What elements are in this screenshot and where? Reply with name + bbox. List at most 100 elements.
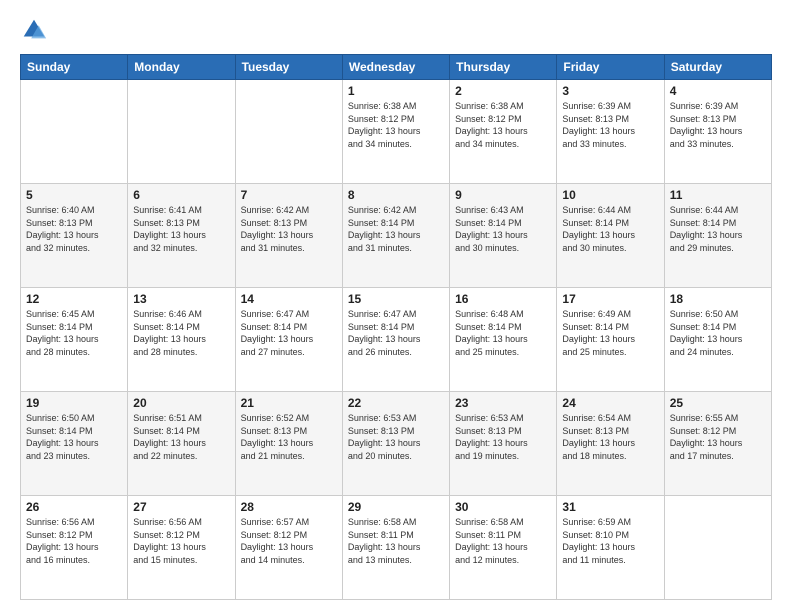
weekday-header-wednesday: Wednesday	[342, 55, 449, 80]
calendar-cell: 21 Sunrise: 6:52 AM Sunset: 8:13 PM Dayli…	[235, 392, 342, 496]
day-info: Sunrise: 6:50 AM Sunset: 8:14 PM Dayligh…	[26, 412, 122, 462]
day-info: Sunrise: 6:53 AM Sunset: 8:13 PM Dayligh…	[348, 412, 444, 462]
calendar-body: 1 Sunrise: 6:38 AM Sunset: 8:12 PM Daylig…	[21, 80, 772, 600]
day-number: 5	[26, 188, 122, 202]
calendar-cell: 10 Sunrise: 6:44 AM Sunset: 8:14 PM Dayli…	[557, 184, 664, 288]
logo	[20, 16, 52, 44]
day-number: 16	[455, 292, 551, 306]
calendar-cell: 17 Sunrise: 6:49 AM Sunset: 8:14 PM Dayli…	[557, 288, 664, 392]
day-number: 29	[348, 500, 444, 514]
day-info: Sunrise: 6:54 AM Sunset: 8:13 PM Dayligh…	[562, 412, 658, 462]
day-number: 14	[241, 292, 337, 306]
weekday-header-thursday: Thursday	[450, 55, 557, 80]
calendar-cell: 3 Sunrise: 6:39 AM Sunset: 8:13 PM Daylig…	[557, 80, 664, 184]
day-info: Sunrise: 6:47 AM Sunset: 8:14 PM Dayligh…	[241, 308, 337, 358]
day-number: 26	[26, 500, 122, 514]
day-number: 31	[562, 500, 658, 514]
day-number: 30	[455, 500, 551, 514]
weekday-header-saturday: Saturday	[664, 55, 771, 80]
calendar-cell: 7 Sunrise: 6:42 AM Sunset: 8:13 PM Daylig…	[235, 184, 342, 288]
day-info: Sunrise: 6:53 AM Sunset: 8:13 PM Dayligh…	[455, 412, 551, 462]
weekday-header-sunday: Sunday	[21, 55, 128, 80]
day-number: 15	[348, 292, 444, 306]
day-info: Sunrise: 6:46 AM Sunset: 8:14 PM Dayligh…	[133, 308, 229, 358]
calendar-cell: 14 Sunrise: 6:47 AM Sunset: 8:14 PM Dayli…	[235, 288, 342, 392]
day-info: Sunrise: 6:49 AM Sunset: 8:14 PM Dayligh…	[562, 308, 658, 358]
calendar-cell: 1Sunrise: 6:38 AM Sunset: 8:12 PM Daylig…	[342, 80, 449, 184]
day-number: 28	[241, 500, 337, 514]
day-info: Sunrise: 6:50 AM Sunset: 8:14 PM Dayligh…	[670, 308, 766, 358]
calendar-cell: 25 Sunrise: 6:55 AM Sunset: 8:12 PM Dayli…	[664, 392, 771, 496]
weekday-header-friday: Friday	[557, 55, 664, 80]
calendar-cell: 29Sunrise: 6:58 AM Sunset: 8:11 PM Dayli…	[342, 496, 449, 600]
day-info: Sunrise: 6:41 AM Sunset: 8:13 PM Dayligh…	[133, 204, 229, 254]
calendar-week-row: 26 Sunrise: 6:56 AM Sunset: 8:12 PM Dayli…	[21, 496, 772, 600]
day-info: Sunrise: 6:51 AM Sunset: 8:14 PM Dayligh…	[133, 412, 229, 462]
calendar-cell: 23 Sunrise: 6:53 AM Sunset: 8:13 PM Dayli…	[450, 392, 557, 496]
day-info: Sunrise: 6:42 AM Sunset: 8:13 PM Dayligh…	[241, 204, 337, 254]
day-number: 21	[241, 396, 337, 410]
day-info: Sunrise: 6:58 AM Sunset: 8:11 PM Dayligh…	[455, 516, 551, 566]
calendar-cell: 27Sunrise: 6:56 AM Sunset: 8:12 PM Dayli…	[128, 496, 235, 600]
day-number: 3	[562, 84, 658, 98]
day-number: 23	[455, 396, 551, 410]
calendar-cell: 12 Sunrise: 6:45 AM Sunset: 8:14 PM Dayli…	[21, 288, 128, 392]
calendar-cell	[21, 80, 128, 184]
calendar-cell	[128, 80, 235, 184]
day-number: 4	[670, 84, 766, 98]
day-number: 2	[455, 84, 551, 98]
day-number: 8	[348, 188, 444, 202]
logo-icon	[20, 16, 48, 44]
day-number: 12	[26, 292, 122, 306]
calendar-cell: 15 Sunrise: 6:47 AM Sunset: 8:14 PM Dayli…	[342, 288, 449, 392]
calendar-week-row: 1 Sunrise: 6:38 AM Sunset: 8:12 PM Daylig…	[21, 80, 772, 184]
day-number: 25	[670, 396, 766, 410]
day-number: 10	[562, 188, 658, 202]
calendar-cell: 16 Sunrise: 6:48 AM Sunset: 8:14 PM Dayli…	[450, 288, 557, 392]
day-info: Sunrise: 6:39 AM Sunset: 8:13 PM Dayligh…	[562, 100, 658, 150]
calendar-cell: 8 Sunrise: 6:42 AM Sunset: 8:14 PM Daylig…	[342, 184, 449, 288]
calendar-cell: 11Sunrise: 6:44 AM Sunset: 8:14 PM Dayli…	[664, 184, 771, 288]
day-info: Sunrise: 6:56 AM Sunset: 8:12 PM Dayligh…	[26, 516, 122, 566]
day-number: 7	[241, 188, 337, 202]
day-info: Sunrise: 6:48 AM Sunset: 8:14 PM Dayligh…	[455, 308, 551, 358]
day-number: 9	[455, 188, 551, 202]
day-info: Sunrise: 6:47 AM Sunset: 8:14 PM Dayligh…	[348, 308, 444, 358]
day-number: 24	[562, 396, 658, 410]
calendar-cell: 4Sunrise: 6:39 AM Sunset: 8:13 PM Daylig…	[664, 80, 771, 184]
calendar-week-row: 5 Sunrise: 6:40 AM Sunset: 8:13 PM Daylig…	[21, 184, 772, 288]
header	[20, 16, 772, 44]
calendar-cell: 6 Sunrise: 6:41 AM Sunset: 8:13 PM Daylig…	[128, 184, 235, 288]
day-info: Sunrise: 6:56 AM Sunset: 8:12 PM Dayligh…	[133, 516, 229, 566]
day-info: Sunrise: 6:43 AM Sunset: 8:14 PM Dayligh…	[455, 204, 551, 254]
day-number: 22	[348, 396, 444, 410]
calendar-table: SundayMondayTuesdayWednesdayThursdayFrid…	[20, 54, 772, 600]
calendar-cell: 19Sunrise: 6:50 AM Sunset: 8:14 PM Dayli…	[21, 392, 128, 496]
day-info: Sunrise: 6:38 AM Sunset: 8:12 PM Dayligh…	[455, 100, 551, 150]
day-number: 1	[348, 84, 444, 98]
day-info: Sunrise: 6:40 AM Sunset: 8:13 PM Dayligh…	[26, 204, 122, 254]
calendar-cell: 9 Sunrise: 6:43 AM Sunset: 8:14 PM Daylig…	[450, 184, 557, 288]
weekday-header-monday: Monday	[128, 55, 235, 80]
calendar-cell: 2 Sunrise: 6:38 AM Sunset: 8:12 PM Daylig…	[450, 80, 557, 184]
day-info: Sunrise: 6:44 AM Sunset: 8:14 PM Dayligh…	[562, 204, 658, 254]
day-info: Sunrise: 6:44 AM Sunset: 8:14 PM Dayligh…	[670, 204, 766, 254]
day-info: Sunrise: 6:59 AM Sunset: 8:10 PM Dayligh…	[562, 516, 658, 566]
day-number: 6	[133, 188, 229, 202]
day-info: Sunrise: 6:42 AM Sunset: 8:14 PM Dayligh…	[348, 204, 444, 254]
day-number: 13	[133, 292, 229, 306]
calendar-cell: 13 Sunrise: 6:46 AM Sunset: 8:14 PM Dayli…	[128, 288, 235, 392]
day-info: Sunrise: 6:52 AM Sunset: 8:13 PM Dayligh…	[241, 412, 337, 462]
day-number: 17	[562, 292, 658, 306]
calendar-cell: 18Sunrise: 6:50 AM Sunset: 8:14 PM Dayli…	[664, 288, 771, 392]
weekday-header-row: SundayMondayTuesdayWednesdayThursdayFrid…	[21, 55, 772, 80]
day-info: Sunrise: 6:57 AM Sunset: 8:12 PM Dayligh…	[241, 516, 337, 566]
calendar-cell: 28 Sunrise: 6:57 AM Sunset: 8:12 PM Dayli…	[235, 496, 342, 600]
calendar-cell: 30 Sunrise: 6:58 AM Sunset: 8:11 PM Dayli…	[450, 496, 557, 600]
weekday-header-tuesday: Tuesday	[235, 55, 342, 80]
day-info: Sunrise: 6:55 AM Sunset: 8:12 PM Dayligh…	[670, 412, 766, 462]
calendar-cell: 26 Sunrise: 6:56 AM Sunset: 8:12 PM Dayli…	[21, 496, 128, 600]
day-info: Sunrise: 6:45 AM Sunset: 8:14 PM Dayligh…	[26, 308, 122, 358]
calendar-cell: 5 Sunrise: 6:40 AM Sunset: 8:13 PM Daylig…	[21, 184, 128, 288]
calendar-week-row: 12 Sunrise: 6:45 AM Sunset: 8:14 PM Dayli…	[21, 288, 772, 392]
